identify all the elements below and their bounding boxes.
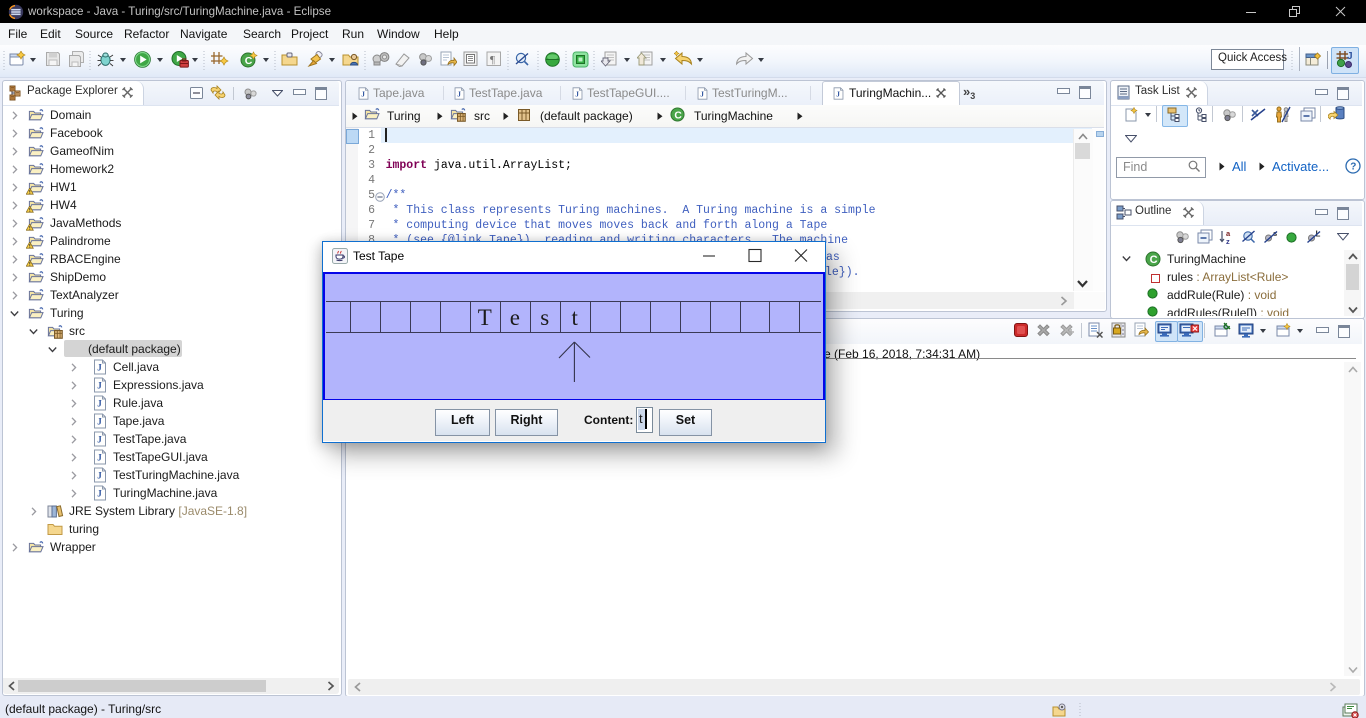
svg-text:z: z: [1226, 237, 1230, 245]
svg-text:J: J: [1347, 51, 1353, 62]
svg-text:¶: ¶: [490, 54, 495, 66]
svg-text:C: C: [245, 55, 253, 67]
svg-text:?: ?: [1350, 162, 1356, 173]
